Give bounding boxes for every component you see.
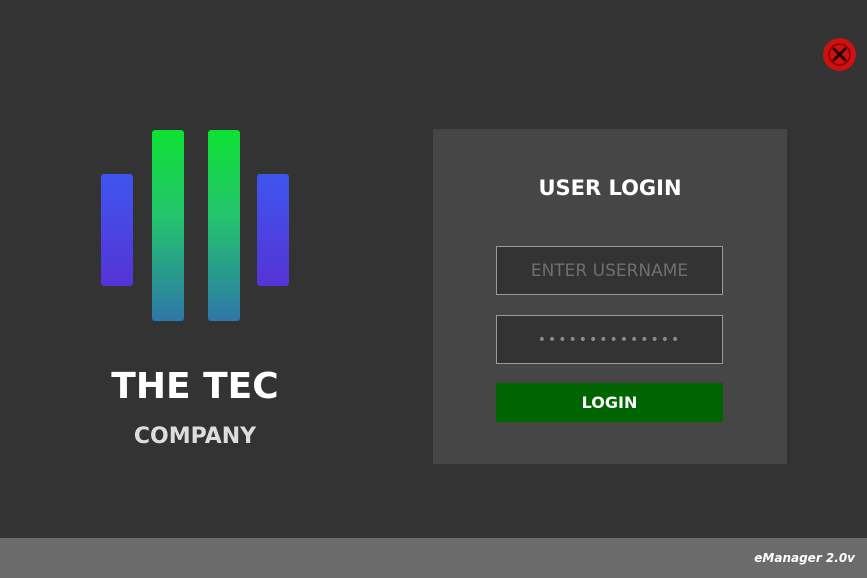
logo-bar-outer-left bbox=[101, 174, 133, 286]
close-button[interactable] bbox=[823, 38, 856, 71]
login-panel: USER LOGIN •••••••••••••• LOGIN bbox=[433, 129, 787, 464]
login-window: THE TEC COMPANY USER LOGIN •••••••••••••… bbox=[0, 0, 867, 578]
logo-bar-inner-left bbox=[152, 130, 184, 321]
logo-bar-outer-right bbox=[257, 174, 289, 286]
login-title: USER LOGIN bbox=[538, 176, 682, 200]
status-footer: eManager 2.0v bbox=[0, 538, 867, 578]
username-input[interactable] bbox=[496, 246, 723, 295]
password-input[interactable]: •••••••••••••• bbox=[496, 315, 723, 364]
close-icon bbox=[824, 39, 855, 70]
logo-bar-inner-right bbox=[208, 130, 240, 321]
company-logo bbox=[100, 130, 290, 322]
version-label: eManager 2.0v bbox=[754, 551, 855, 565]
login-button[interactable]: LOGIN bbox=[496, 383, 723, 422]
company-subtitle: COMPANY bbox=[133, 424, 257, 449]
company-name: THE TEC bbox=[111, 366, 279, 407]
